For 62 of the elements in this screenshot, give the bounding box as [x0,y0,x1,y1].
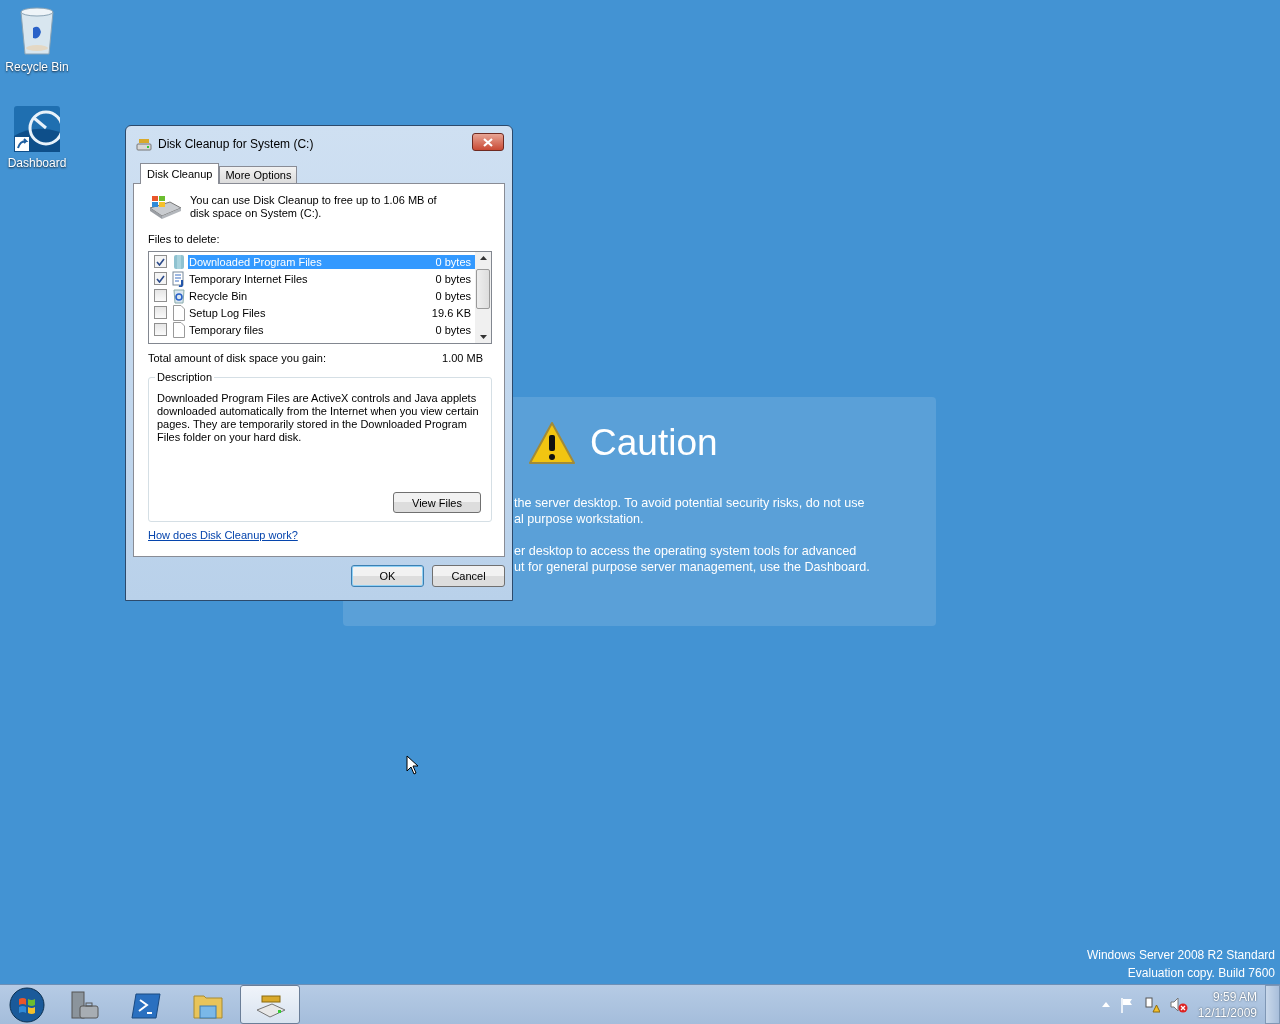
window-title: Disk Cleanup for System (C:) [158,137,315,151]
recycle-bin-icon[interactable] [17,6,57,56]
caution-text: al purpose workstation. [514,511,645,527]
file-name: Temporary files [189,323,264,336]
disk-cleanup-icon [136,137,152,151]
list-item[interactable]: Setup Log Files 19.6 KB [188,305,475,320]
file-name: Setup Log Files [189,306,266,319]
caution-title: Caution [590,422,718,464]
document-icon [171,270,187,287]
group-title: Description [155,371,215,383]
file-size: 0 bytes [435,323,471,336]
files-label: Files to delete: [148,233,221,245]
tab[interactable]: Disk Cleanup [140,163,220,184]
file-size: 0 bytes [435,272,471,285]
network-warning-icon[interactable] [1143,996,1160,1013]
checkbox[interactable] [154,323,167,336]
file-size: 19.6 KB [431,306,471,319]
file-name: Temporary Internet Files [189,272,308,285]
close-button[interactable] [472,133,504,151]
server-toolbox-icon [68,989,100,1020]
file-icon [171,304,187,321]
file-icon [171,321,187,338]
checkbox[interactable] [154,289,167,302]
intro-text: You can use Disk Cleanup to free up to 1.06 MB of disk space on System (C:). [190,194,438,220]
scrollbar[interactable] [475,252,491,343]
description-text: Downloaded Program Files are ActiveX controls and Java applets downloaded automatically from the Internet when you view certain pages. They are temporarily stored in the Downloaded Program Files folder on your hard disk. [157,392,480,444]
caution-text: the server desktop. To avoid potential security risks, do not use [514,495,866,511]
warning-icon [528,421,576,465]
scroll-thumb[interactable] [476,269,490,309]
view-files-button[interactable]: View Files [393,492,481,513]
help-link[interactable]: How does Disk Cleanup work? [148,529,298,541]
taskbar-button[interactable] [240,985,300,1024]
show-desktop-button[interactable] [1265,985,1280,1024]
drive-icon [148,194,182,220]
ok-button[interactable]: OK [351,565,424,587]
scroll-up-icon [479,256,487,260]
volume-muted-icon[interactable] [1169,996,1188,1013]
cancel-button[interactable]: Cancel [432,565,505,587]
total-label: Total amount of disk space you gain: [148,352,326,364]
windows-logo-icon [9,986,45,1023]
folder-icon [171,253,187,270]
checkbox[interactable] [154,255,167,268]
close-icon [483,137,493,147]
cursor-icon [406,755,418,775]
tab[interactable]: More Options [219,166,298,183]
list-item[interactable]: Temporary files 0 bytes [188,322,475,337]
file-name: Recycle Bin [189,289,248,302]
edition-text: Windows Server 2008 R2 Standard [1086,947,1275,964]
edition-text: Evaluation copy. Build 7600 [1126,965,1275,982]
file-size: 0 bytes [435,289,471,302]
file-size: 0 bytes [435,255,471,268]
scroll-down-icon [479,335,487,339]
caution-text: ut for general purpose server management, use the Dashboard. [514,559,871,575]
checkbox[interactable] [154,306,167,319]
checkbox[interactable] [154,272,167,285]
file-name: Downloaded Program Files [189,255,322,268]
list-item[interactable]: Temporary Internet Files 0 bytes [188,271,475,286]
recycle-bin-icon [171,287,187,304]
dashboard-icon[interactable] [14,106,60,152]
caution-text: er desktop to access the operating system tools for advanced [514,543,858,559]
list-item[interactable]: Recycle Bin 0 bytes [188,288,475,303]
total-value: 1.00 MB [442,352,483,364]
